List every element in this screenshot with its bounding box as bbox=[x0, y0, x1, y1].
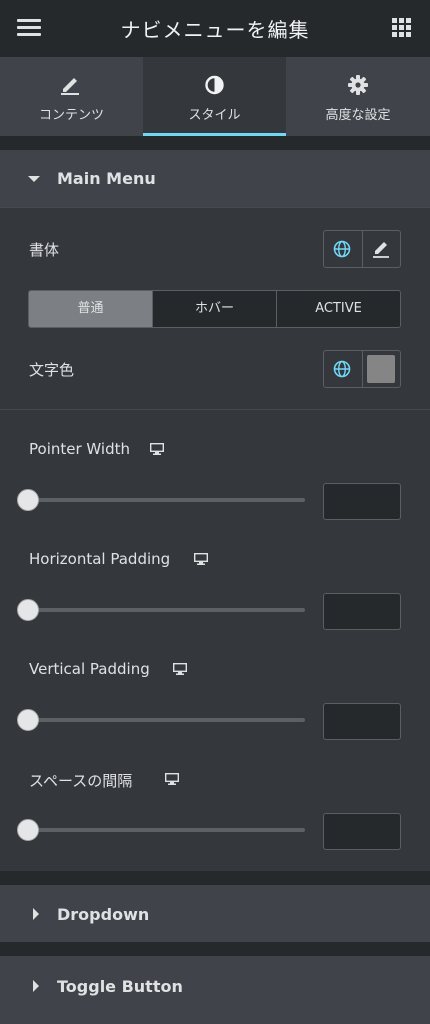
caret-right-icon bbox=[33, 980, 39, 992]
section-main-menu-title: Main Menu bbox=[57, 169, 156, 188]
tab-style[interactable]: スタイル bbox=[143, 57, 286, 136]
state-tab-hover[interactable]: ホバー bbox=[152, 291, 276, 327]
monitor-icon[interactable] bbox=[150, 443, 164, 455]
section-gap bbox=[0, 136, 430, 150]
section-gap bbox=[0, 942, 430, 956]
caret-right-icon bbox=[33, 908, 39, 920]
tab-style-label: スタイル bbox=[188, 108, 241, 123]
horizontal-padding-input[interactable] bbox=[323, 593, 401, 630]
horizontal-padding-slider[interactable] bbox=[28, 608, 305, 612]
monitor-icon[interactable] bbox=[165, 773, 179, 785]
section-dropdown-header[interactable]: Dropdown bbox=[0, 885, 430, 942]
state-tab-active[interactable]: ACTIVE bbox=[276, 291, 400, 327]
vertical-padding-input[interactable] bbox=[323, 703, 401, 740]
color-swatch bbox=[367, 355, 395, 383]
pointer-width-input[interactable] bbox=[323, 483, 401, 520]
space-between-label: スペースの間隔 bbox=[29, 772, 133, 790]
globe-icon bbox=[333, 240, 351, 258]
half-circle-icon bbox=[205, 75, 224, 95]
vertical-padding-slider-thumb[interactable] bbox=[17, 709, 39, 731]
typography-label: 書体 bbox=[29, 241, 60, 259]
section-main-menu-header[interactable]: Main Menu bbox=[0, 150, 430, 207]
monitor-icon[interactable] bbox=[194, 553, 208, 565]
pencil-icon bbox=[61, 78, 79, 95]
tab-content[interactable]: コンテンツ bbox=[0, 57, 143, 136]
global-color-button[interactable] bbox=[324, 351, 362, 387]
tab-advanced-label: 高度な設定 bbox=[325, 108, 391, 123]
globe-icon bbox=[333, 360, 351, 378]
global-typography-button[interactable] bbox=[324, 231, 362, 267]
divider bbox=[0, 409, 430, 410]
pencil-icon bbox=[373, 242, 389, 258]
panel-tabs: コンテンツ スタイル 高度な設定 bbox=[0, 57, 430, 136]
pointer-width-slider-thumb[interactable] bbox=[17, 489, 39, 511]
space-between-input[interactable] bbox=[323, 813, 401, 850]
gear-icon bbox=[348, 75, 368, 95]
state-tab-normal[interactable]: 普通 bbox=[29, 291, 152, 327]
text-color-controls bbox=[323, 350, 401, 388]
pointer-width-label: Pointer Width bbox=[29, 440, 130, 458]
section-dropdown-title: Dropdown bbox=[57, 905, 150, 924]
divider bbox=[0, 207, 430, 208]
color-swatch-button[interactable] bbox=[362, 351, 400, 387]
text-color-label: 文字色 bbox=[29, 361, 75, 379]
monitor-icon[interactable] bbox=[173, 663, 187, 675]
section-toggle-button-header[interactable]: Toggle Button bbox=[0, 956, 430, 1024]
edit-typography-button[interactable] bbox=[362, 231, 400, 267]
tab-content-label: コンテンツ bbox=[38, 108, 104, 123]
grid-icon[interactable] bbox=[392, 18, 412, 38]
caret-down-icon bbox=[28, 176, 40, 182]
tab-advanced[interactable]: 高度な設定 bbox=[286, 57, 430, 136]
typography-controls bbox=[323, 230, 401, 268]
horizontal-padding-label: Horizontal Padding bbox=[29, 550, 171, 568]
vertical-padding-label: Vertical Padding bbox=[29, 660, 150, 678]
section-gap bbox=[0, 871, 430, 885]
space-between-slider[interactable] bbox=[28, 828, 305, 832]
vertical-padding-slider[interactable] bbox=[28, 718, 305, 722]
pointer-width-slider[interactable] bbox=[28, 498, 305, 502]
top-bar: ナビメニューを編集 bbox=[0, 0, 430, 57]
state-tabs: 普通 ホバー ACTIVE bbox=[28, 290, 401, 328]
page-title: ナビメニューを編集 bbox=[120, 18, 310, 42]
horizontal-padding-slider-thumb[interactable] bbox=[17, 599, 39, 621]
section-toggle-button-title: Toggle Button bbox=[57, 977, 183, 996]
space-between-slider-thumb[interactable] bbox=[17, 819, 39, 841]
